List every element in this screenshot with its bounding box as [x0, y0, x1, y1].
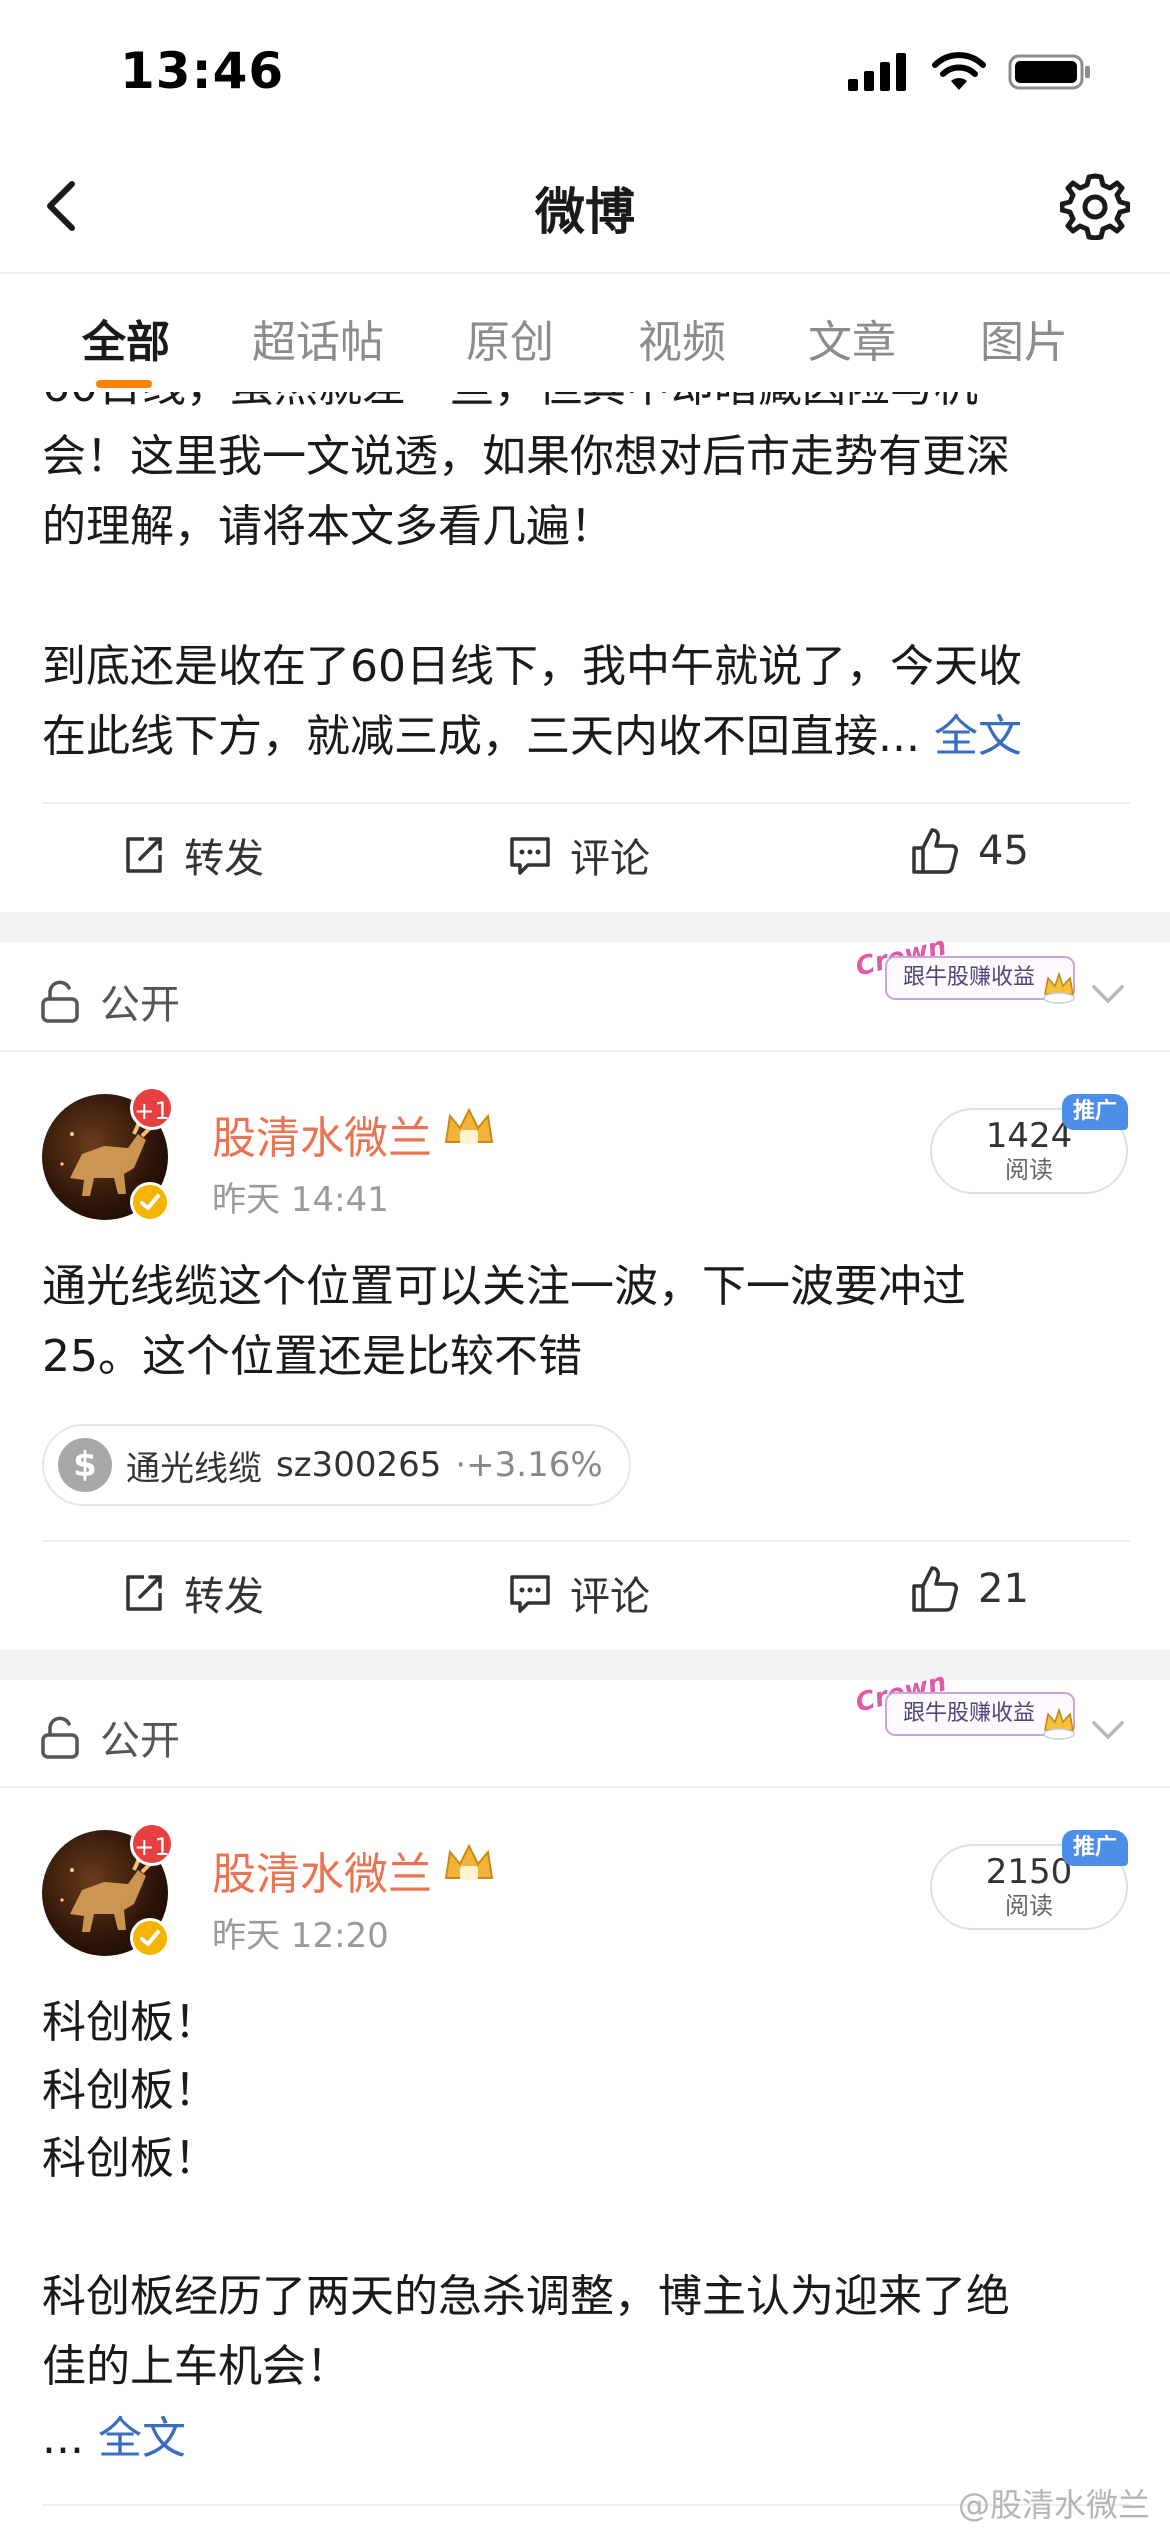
watermark: @股清水微兰 — [957, 2486, 1150, 2524]
comment-button[interactable]: 评论 — [508, 826, 650, 884]
chevron-down-icon[interactable] — [1090, 982, 1126, 1006]
battery-icon — [1008, 54, 1090, 90]
divider — [42, 1540, 1130, 1542]
tab-indicator — [96, 380, 152, 388]
thumbs-up-icon — [912, 1566, 958, 1612]
share-icon — [126, 837, 162, 873]
tab-supertopic[interactable]: 超话帖 — [252, 306, 384, 370]
crown-level-icon — [444, 1107, 494, 1144]
gear-icon — [1059, 173, 1131, 241]
tab-article[interactable]: 文章 — [808, 306, 896, 370]
post-text-line: 在此线下方，就减三成，三天内收不回直接... 全文 — [42, 702, 1022, 772]
ellipsis: ... — [42, 2413, 84, 2464]
wifi-icon — [932, 52, 986, 90]
comment-icon — [510, 837, 550, 875]
comment-button[interactable]: 评论 — [508, 1564, 650, 1622]
stock-code: sz300265 — [276, 1445, 442, 1485]
like-count: 21 — [978, 1566, 1029, 1612]
avatar-notification-badge: +1 — [130, 1086, 174, 1130]
comment-label: 评论 — [570, 836, 650, 882]
thumbs-up-icon — [912, 828, 958, 874]
post-text-line: 科创板经历了两天的急杀调整，博主认为迎来了绝 — [42, 2271, 1010, 2322]
avatar-notification-badge: +1 — [130, 1822, 174, 1866]
page-title: 微博 — [535, 183, 635, 241]
visibility-label: 公开 — [100, 1718, 180, 1764]
visibility-label: 公开 — [100, 982, 180, 1028]
tab-all[interactable]: 全部 — [82, 306, 170, 370]
comment-icon — [510, 1575, 550, 1613]
unlock-icon — [41, 980, 79, 1023]
read-label: 阅读 — [1005, 1892, 1053, 1920]
tab-original[interactable]: 原创 — [466, 306, 554, 370]
status-time: 13:46 — [120, 42, 285, 100]
visibility-row: 公开 — [40, 972, 180, 1030]
post-text-line: ... 全文 — [42, 2404, 186, 2474]
tab-video[interactable]: 视频 — [638, 306, 726, 370]
divider — [0, 1786, 1170, 1788]
like-count: 45 — [978, 828, 1029, 874]
post-text-line: 到底还是收在了60日线下，我中午就说了，今天收 — [42, 641, 1022, 692]
stock-name: 通光线缆 — [126, 1448, 262, 1489]
post-text-line: 科创板！ — [42, 1997, 218, 2048]
repost-button[interactable]: 转发 — [122, 826, 264, 884]
share-icon — [126, 1575, 162, 1611]
post-time: 昨天 12:20 — [212, 1916, 389, 1956]
repost-label: 转发 — [184, 1574, 264, 1620]
nav-divider — [0, 272, 1170, 274]
post-text-segment: 在此线下方，就减三成，三天内收不回直接... — [42, 711, 920, 762]
signal-icon — [848, 53, 906, 91]
tab-pictures[interactable]: 图片 — [980, 306, 1068, 370]
post-text-clipped: 60日线，虽然就差一些，但其中却暗藏因险与机 — [0, 392, 1170, 422]
repost-button[interactable]: 转发 — [122, 1564, 264, 1622]
post-text-line: 佳的上车机会！ — [42, 2341, 350, 2392]
divider — [0, 1050, 1170, 1052]
like-button[interactable]: 21 — [910, 1564, 1029, 1614]
post-text-line: 会！这里我一文说透，如果你想对后市走势有更深 — [42, 431, 1010, 482]
crown-level-icon — [444, 1843, 494, 1880]
post-text-line: 科创板！ — [42, 2065, 218, 2116]
post-separator — [0, 912, 1170, 942]
crown-icon — [1043, 971, 1075, 1004]
full-text-link[interactable]: 全文 — [934, 711, 1022, 762]
unlock-icon — [41, 1716, 79, 1759]
read-label: 阅读 — [1005, 1156, 1053, 1184]
stock-chip[interactable]: $ 通光线缆 sz300265 ·+3.16% — [42, 1424, 631, 1506]
post-separator — [0, 1650, 1170, 1680]
promo-tag: 推广 — [1062, 1094, 1128, 1130]
full-text-link[interactable]: 全文 — [98, 2413, 186, 2464]
divider — [42, 802, 1130, 804]
comment-label: 评论 — [570, 1574, 650, 1620]
post-text-line: 25。这个位置还是比较不错 — [42, 1331, 582, 1382]
check-icon — [140, 1194, 160, 1211]
status-icons — [848, 52, 1092, 92]
username[interactable]: 股清水微兰 — [212, 1838, 432, 1902]
chevron-down-icon[interactable] — [1090, 1718, 1126, 1742]
verified-badge — [130, 1918, 170, 1958]
crown-banner[interactable]: Crown 跟牛股赚收益 — [853, 931, 1075, 1006]
promo-tag: 推广 — [1062, 1830, 1128, 1866]
post-text-line: 科创板！ — [42, 2133, 218, 2184]
crown-icon — [1043, 1707, 1075, 1740]
username[interactable]: 股清水微兰 — [212, 1102, 432, 1166]
post-time: 昨天 14:41 — [212, 1180, 389, 1220]
visibility-row: 公开 — [40, 1708, 180, 1766]
repost-label: 转发 — [184, 836, 264, 882]
like-button[interactable]: 45 — [910, 826, 1029, 876]
check-icon — [140, 1930, 160, 1947]
post-text-line: 60日线，虽然就差一些，但其中却暗藏因险与机 — [42, 392, 1132, 422]
crown-banner[interactable]: Crown 跟牛股赚收益 — [853, 1667, 1075, 1742]
settings-button[interactable] — [1059, 170, 1131, 241]
post-text-line: 的理解，请将本文多看几遍！ — [42, 501, 614, 552]
stock-change: ·+3.16% — [455, 1445, 603, 1485]
dollar-icon: $ — [58, 1438, 112, 1492]
verified-badge — [130, 1182, 170, 1222]
post-text-line: 通光线缆这个位置可以关注一波，下一波要冲过 — [42, 1261, 966, 1312]
